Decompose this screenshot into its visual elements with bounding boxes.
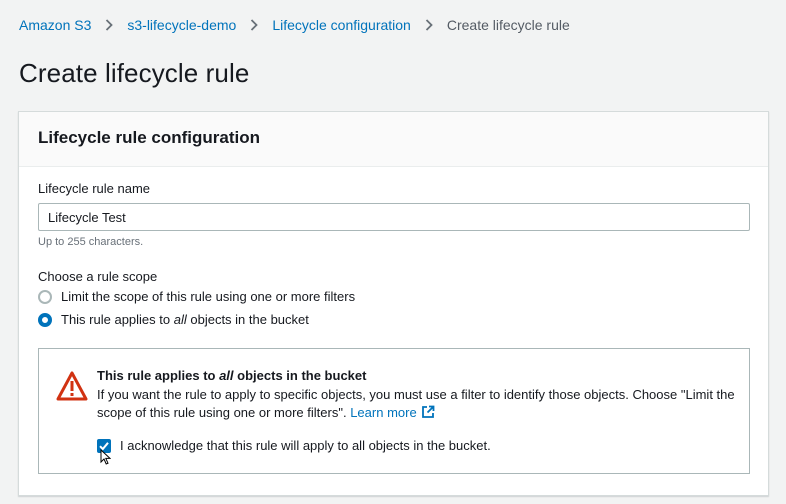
alert-body: If you want the rule to apply to specifi…	[97, 387, 735, 420]
page: Amazon S3 s3-lifecycle-demo Lifecycle co…	[0, 0, 786, 504]
radio-unchecked[interactable]	[38, 289, 52, 304]
mouse-cursor-icon	[100, 449, 111, 465]
warning-alert: This rule applies to all objects in the …	[38, 348, 750, 474]
rule-name-input[interactable]	[38, 203, 750, 231]
breadcrumb-lifecycle-configuration[interactable]: Lifecycle configuration	[272, 17, 411, 33]
lifecycle-rule-configuration-panel: Lifecycle rule configuration Lifecycle r…	[18, 111, 769, 496]
panel-title: Lifecycle rule configuration	[38, 128, 260, 147]
alert-title: This rule applies to all objects in the …	[97, 368, 367, 383]
scope-option-filters-label: Limit the scope of this rule using one o…	[61, 289, 356, 304]
chevron-right-icon	[236, 15, 272, 35]
warning-icon	[56, 371, 88, 401]
scope-option-filters[interactable]: Limit the scope of this rule using one o…	[38, 289, 355, 304]
rule-name-label: Lifecycle rule name	[38, 181, 150, 196]
radio-checked[interactable]	[38, 312, 52, 327]
scope-option-all-objects[interactable]: This rule applies to all objects in the …	[38, 312, 309, 327]
acknowledge-row[interactable]: I acknowledge that this rule will apply …	[97, 438, 491, 453]
page-title: Create lifecycle rule	[19, 58, 250, 88]
breadcrumb-amazon-s3[interactable]: Amazon S3	[19, 17, 91, 33]
panel-header: Lifecycle rule configuration	[19, 112, 768, 167]
rule-name-hint: Up to 255 characters.	[38, 236, 144, 248]
external-link-icon[interactable]	[421, 405, 435, 419]
rule-scope-label: Choose a rule scope	[38, 269, 158, 284]
breadcrumb-current: Create lifecycle rule	[446, 17, 570, 33]
acknowledge-label: I acknowledge that this rule will apply …	[120, 438, 491, 453]
chevron-right-icon	[411, 15, 447, 35]
learn-more-link[interactable]: Learn more	[350, 405, 416, 420]
chevron-right-icon	[91, 15, 127, 35]
breadcrumb-bucket[interactable]: s3-lifecycle-demo	[127, 17, 236, 33]
breadcrumb: Amazon S3 s3-lifecycle-demo Lifecycle co…	[19, 15, 570, 35]
scope-option-all-objects-label: This rule applies to all objects in the …	[61, 312, 309, 327]
